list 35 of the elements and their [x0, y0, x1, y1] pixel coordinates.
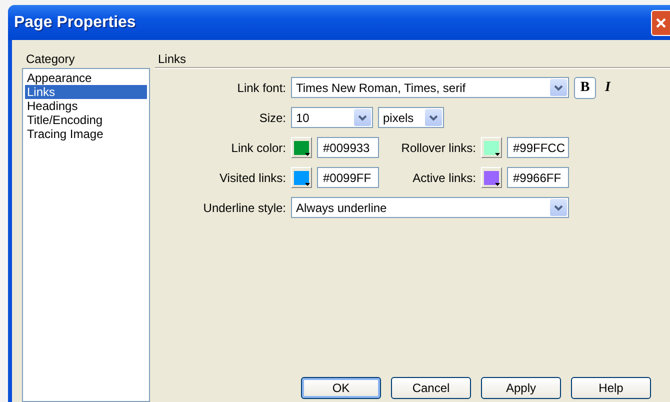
field-label: Link color: — [230, 140, 286, 154]
close-icon — [655, 16, 667, 28]
field-label: Underline style: — [202, 200, 286, 214]
field-label: Rollover links: — [400, 140, 476, 154]
color-picker-button[interactable] — [291, 137, 312, 158]
color-picker-button[interactable] — [481, 137, 502, 158]
field-label: Link font: — [236, 80, 286, 94]
field-label: Active links: — [412, 170, 476, 184]
category-item[interactable]: Headings — [25, 99, 147, 113]
color-picker-button[interactable] — [481, 167, 502, 188]
color-picker-button[interactable] — [291, 167, 312, 188]
category-item[interactable]: Tracing Image — [25, 127, 147, 141]
close-button[interactable] — [651, 10, 670, 36]
dialog-button[interactable]: Help — [571, 377, 651, 399]
size-dropdown[interactable]: 10 — [291, 107, 373, 128]
underline-dropdown[interactable]: Always underline — [291, 197, 569, 218]
dialog-button[interactable]: Cancel — [391, 377, 471, 399]
field-label: Visited links: — [218, 170, 286, 184]
italic-button[interactable]: I — [601, 80, 614, 96]
font-dropdown[interactable]: Times New Roman, Times, serif — [291, 77, 569, 98]
color-field[interactable]: #99FFCC — [507, 137, 569, 158]
window-title: Page Properties — [14, 14, 136, 32]
unit-dropdown[interactable]: pixels — [378, 107, 444, 128]
category-item[interactable]: Links — [25, 85, 147, 99]
category-item[interactable]: Title/Encoding — [25, 113, 147, 127]
field-label: Size: — [258, 110, 286, 124]
dialog-button[interactable]: Apply — [481, 377, 561, 399]
bold-button[interactable]: B — [574, 76, 596, 98]
category-item[interactable]: Appearance — [25, 71, 147, 85]
color-field[interactable]: #009933 — [317, 137, 379, 158]
category-label: Category — [25, 52, 76, 65]
panel-title: Links — [157, 52, 188, 65]
dialog-button[interactable]: OK — [301, 377, 381, 399]
color-field[interactable]: #9966FF — [507, 167, 569, 188]
color-field[interactable]: #0099FF — [317, 167, 379, 188]
